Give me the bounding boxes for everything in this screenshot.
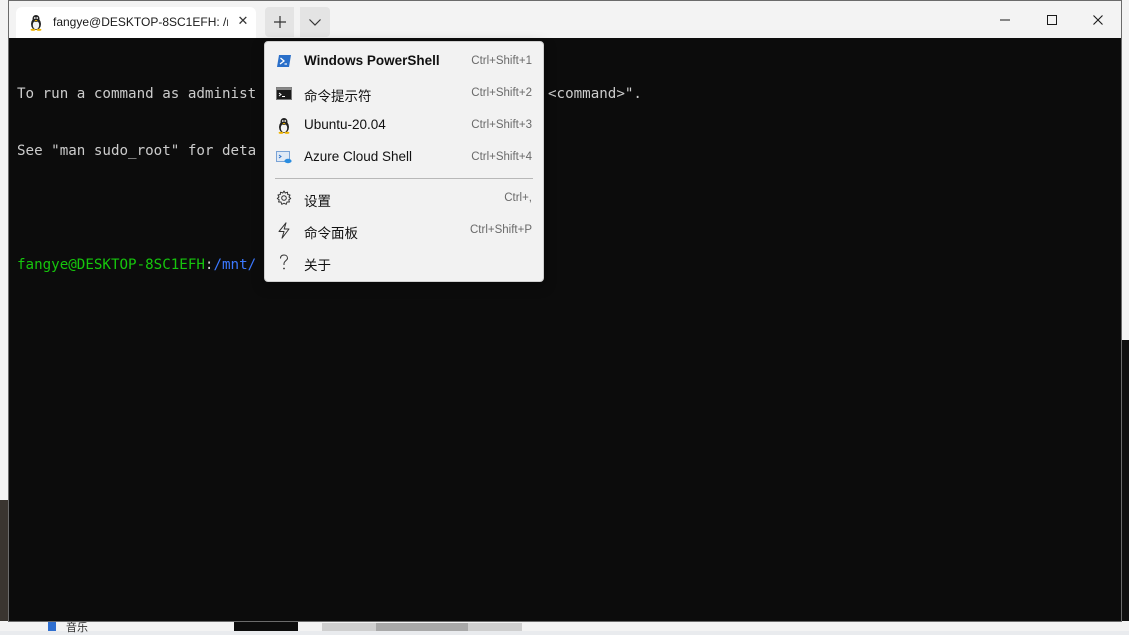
close-window-button[interactable]	[1075, 1, 1121, 38]
menu-item-command-palette[interactable]: 命令面板 Ctrl+Shift+P	[265, 214, 543, 246]
menu-item-shortcut: Ctrl+Shift+3	[471, 119, 532, 131]
background-explorer-strip: 音乐	[0, 621, 1129, 634]
close-icon	[1093, 14, 1103, 25]
chevron-down-icon	[309, 19, 321, 26]
close-tab-button[interactable]: ✕	[234, 13, 252, 31]
title-bar[interactable]: fangye@DESKTOP-8SC1EFH: /mnt ✕	[9, 1, 1121, 38]
azure-cloud-shell-icon	[276, 149, 292, 165]
menu-separator	[275, 178, 533, 179]
gear-icon	[276, 190, 292, 206]
menu-item-label: 关于	[304, 258, 331, 273]
menu-item-shortcut: Ctrl+Shift+2	[471, 87, 532, 99]
menu-item-shortcut: Ctrl+Shift+4	[471, 151, 532, 163]
terminal-line: See "man sudo_root" for deta	[17, 143, 257, 159]
question-icon	[276, 253, 292, 270]
maximize-button[interactable]	[1029, 1, 1075, 38]
lightning-icon	[276, 221, 292, 239]
background-desktop-right	[1121, 0, 1129, 631]
menu-item-label: 命令面板	[304, 226, 358, 241]
linux-penguin-icon	[276, 117, 292, 134]
new-tab-dropdown-button[interactable]	[300, 7, 330, 37]
minimize-button[interactable]	[982, 1, 1028, 38]
background-desktop-left	[0, 0, 8, 631]
tab-ubuntu[interactable]: fangye@DESKTOP-8SC1EFH: /mnt ✕	[16, 7, 256, 38]
menu-item-shortcut: Ctrl+,	[504, 192, 532, 204]
menu-item-ubuntu[interactable]: Ubuntu-20.04 Ctrl+Shift+3	[265, 109, 543, 141]
terminal-window: fangye@DESKTOP-8SC1EFH: /mnt ✕ To run a …	[8, 0, 1122, 622]
terminal-line-tail: <command>".	[548, 86, 642, 102]
new-tab-button[interactable]	[265, 7, 295, 37]
menu-item-label: 命令提示符	[304, 89, 372, 104]
new-tab-dropdown-menu: Windows PowerShell Ctrl+Shift+1 命令提示符 Ct…	[264, 41, 544, 282]
menu-item-about[interactable]: 关于	[265, 246, 543, 278]
terminal-line: To run a command as administ	[17, 86, 257, 102]
minimize-icon	[1000, 19, 1010, 20]
prompt-path: /mnt/	[213, 257, 257, 273]
menu-item-shortcut: Ctrl+Shift+1	[471, 55, 532, 67]
menu-item-shortcut: Ctrl+Shift+P	[470, 224, 532, 236]
music-folder-icon	[48, 621, 56, 631]
terminal-output[interactable]: To run a command as administ <command>". …	[17, 47, 1121, 313]
menu-item-windows-powershell[interactable]: Windows PowerShell Ctrl+Shift+1	[265, 45, 543, 77]
prompt-user-host: fangye@DESKTOP-8SC1EFH	[17, 257, 205, 273]
powershell-icon	[276, 53, 292, 69]
menu-item-label: Azure Cloud Shell	[304, 149, 413, 164]
menu-item-label: Windows PowerShell	[304, 53, 440, 68]
menu-item-command-prompt[interactable]: 命令提示符 Ctrl+Shift+2	[265, 77, 543, 109]
maximize-icon	[1047, 14, 1057, 25]
linux-penguin-icon	[28, 14, 44, 31]
menu-item-azure-cloud-shell[interactable]: Azure Cloud Shell Ctrl+Shift+4	[265, 141, 543, 173]
plus-icon	[273, 16, 286, 28]
cmd-icon	[276, 85, 292, 101]
tab-title: fangye@DESKTOP-8SC1EFH: /mnt	[53, 15, 228, 29]
menu-item-label: 设置	[304, 194, 331, 209]
menu-item-settings[interactable]: 设置 Ctrl+,	[265, 182, 543, 214]
menu-item-label: Ubuntu-20.04	[304, 117, 386, 132]
